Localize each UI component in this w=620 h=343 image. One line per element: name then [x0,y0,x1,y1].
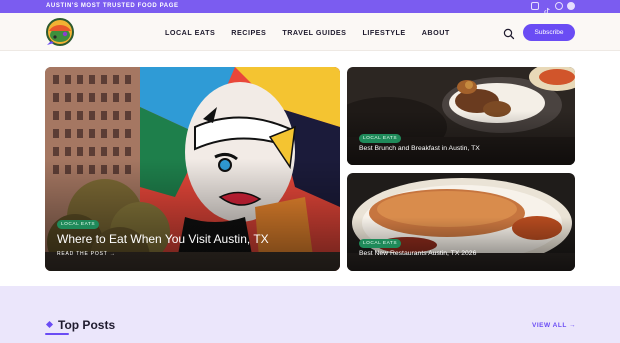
top-bar: AUSTIN'S MOST TRUSTED FOOD PAGE [0,0,620,14]
search-icon[interactable] [503,27,515,40]
site-header: LOCAL EATS RECIPES TRAVEL GUIDES LIFESTY… [0,13,620,51]
site-tagline: AUSTIN'S MOST TRUSTED FOOD PAGE [46,3,179,9]
nav-local-eats[interactable]: LOCAL EATS [165,28,215,37]
featured-post-main[interactable]: LOCAL EATS Where to Eat When You Visit A… [45,67,340,271]
facebook-icon[interactable] [567,2,575,10]
post-title[interactable]: Best New Restaurants Austin, TX 2026 [359,250,476,257]
main-nav: LOCAL EATS RECIPES TRAVEL GUIDES LIFESTY… [165,28,450,37]
category-badge[interactable]: LOCAL EATS [57,220,100,229]
social-links [531,2,575,14]
nav-lifestyle[interactable]: LIFESTYLE [362,28,405,37]
nav-recipes[interactable]: RECIPES [231,28,266,37]
category-badge[interactable]: LOCAL EATS [359,239,402,248]
view-all-link[interactable]: VIEW ALL → [532,322,576,329]
category-badge[interactable]: LOCAL EATS [359,134,402,143]
heading-underline [45,333,69,335]
subscribe-button[interactable]: Subscribe [523,24,575,41]
pinterest-icon[interactable] [555,2,563,10]
instagram-icon[interactable] [531,2,539,10]
featured-post-restaurants[interactable]: LOCAL EATS Best New Restaurants Austin, … [347,173,575,271]
post-title[interactable]: Where to Eat When You Visit Austin, TX [57,232,269,246]
read-post-link[interactable]: READ THE POST → [57,251,116,257]
site-logo[interactable] [45,17,75,47]
nav-about[interactable]: ABOUT [422,28,450,37]
top-posts-section [0,286,620,343]
tiktok-icon[interactable] [543,2,551,14]
nav-travel-guides[interactable]: TRAVEL GUIDES [282,28,346,37]
featured-post-brunch[interactable]: LOCAL EATS Best Brunch and Breakfast in … [347,67,575,165]
section-heading: Top Posts [58,318,116,332]
post-title[interactable]: Best Brunch and Breakfast in Austin, TX [359,145,480,152]
